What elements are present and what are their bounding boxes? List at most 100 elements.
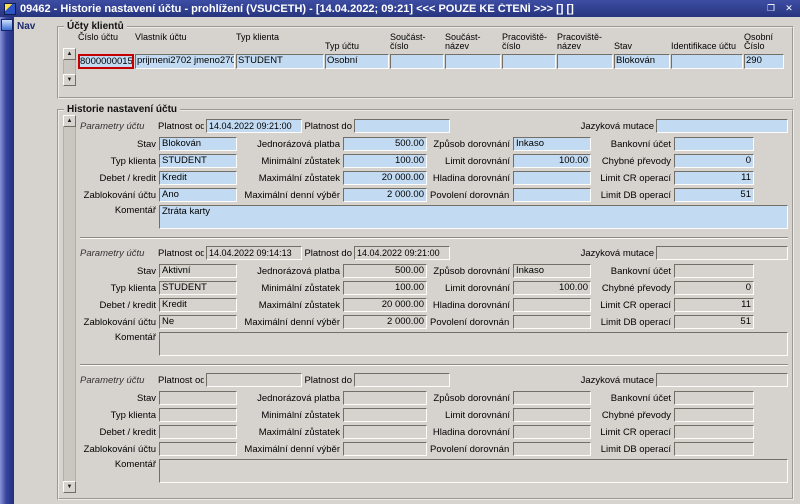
debet-kredit-field[interactable]	[159, 425, 237, 439]
zablokovani-uctu-field[interactable]: Ano	[159, 188, 237, 202]
platnost-do-field[interactable]: 14.04.2022 09:21:00	[354, 246, 450, 260]
typ-uctu-cell[interactable]: Osobní	[325, 54, 389, 69]
komentar-field[interactable]	[159, 459, 788, 483]
limit-dorovnani-label: Limit dorovnání	[430, 156, 510, 167]
jednorazova-platba-field[interactable]: 500.00	[343, 137, 427, 151]
maximalni-zustatek-label: Maximální zůstatek	[240, 173, 340, 184]
history-groupbox: Historie nastavení účtu ▲ ▼ Parametry úč…	[57, 104, 794, 500]
col-header-soucast-cislo: Součást- číslo	[390, 32, 444, 52]
stav-field[interactable]: Aktivní	[159, 264, 237, 278]
limit-dorovnani-field[interactable]: 100.00	[513, 281, 591, 295]
minimalni-zustatek-field[interactable]	[343, 408, 427, 422]
limit-db-operaci-label: Limit DB operací	[594, 190, 671, 201]
jazykova-mutace-field[interactable]	[656, 373, 788, 387]
minimalni-zustatek-field[interactable]: 100.00	[343, 281, 427, 295]
zpusob-dorovnani-field[interactable]: Inkaso	[513, 264, 591, 278]
accounts-scrollbar[interactable]: ▲ ▼	[63, 48, 76, 86]
bankovni-ucet-field[interactable]	[674, 391, 754, 405]
main-area: Nav Účty klientů ▲ ▼ Číslo účtu Vlastník…	[0, 17, 800, 504]
stav-cell[interactable]: Blokován	[614, 54, 670, 69]
vlastnik-uctu-cell[interactable]: prijmeni2702 jmeno2702	[135, 54, 235, 69]
typ-klienta-label: Typ klienta	[80, 410, 156, 421]
jazykova-mutace-field[interactable]	[656, 119, 788, 133]
hladina-dorovnani-field[interactable]	[513, 298, 591, 312]
maximalni-denni-vyber-field[interactable]: 2 000.00	[343, 188, 427, 202]
bankovni-ucet-label: Bankovní účet	[594, 266, 671, 277]
stav-field[interactable]: Blokován	[159, 137, 237, 151]
bankovni-ucet-field[interactable]	[674, 264, 754, 278]
hladina-dorovnani-field[interactable]	[513, 171, 591, 185]
minimalni-zustatek-field[interactable]: 100.00	[343, 154, 427, 168]
maximalni-denni-vyber-field[interactable]: 2 000.00	[343, 315, 427, 329]
hladina-dorovnani-field[interactable]	[513, 425, 591, 439]
history-scroll-track[interactable]	[63, 127, 76, 481]
stav-field[interactable]	[159, 391, 237, 405]
col-header-pracoviste-nazev: Pracoviště- název	[557, 32, 613, 52]
osobni-cislo-cell[interactable]: 290	[744, 54, 784, 69]
maximalni-denni-vyber-field[interactable]	[343, 442, 427, 456]
debet-kredit-field[interactable]: Kredit	[159, 298, 237, 312]
soucast-cislo-cell[interactable]	[390, 54, 444, 69]
cislo-uctu-cell[interactable]: 8000000015	[78, 54, 134, 69]
chybne-prevody-field[interactable]	[674, 408, 754, 422]
typ-klienta-cell[interactable]: STUDENT	[236, 54, 324, 69]
minimalni-zustatek-label: Minimální zůstatek	[240, 156, 340, 167]
scroll-down-icon[interactable]: ▼	[63, 481, 76, 493]
maximalni-zustatek-field[interactable]: 20 000.00	[343, 298, 427, 312]
scroll-up-icon[interactable]: ▲	[63, 115, 76, 127]
scroll-down-icon[interactable]: ▼	[63, 74, 76, 86]
chybne-prevody-field[interactable]: 0	[674, 154, 754, 168]
limit-db-operaci-field[interactable]: 51	[674, 315, 754, 329]
platnost-od-field[interactable]	[206, 373, 302, 387]
close-icon[interactable]: ✕	[782, 2, 796, 15]
identifikace-uctu-cell[interactable]	[671, 54, 743, 69]
jednorazova-platba-field[interactable]	[343, 391, 427, 405]
limit-cr-operaci-field[interactable]	[674, 425, 754, 439]
platnost-do-field[interactable]	[354, 119, 450, 133]
zpusob-dorovnani-field[interactable]	[513, 391, 591, 405]
history-sections: Parametry účtu Platnost od 14.04.2022 09…	[80, 115, 788, 493]
povoleni-dorovnani-field[interactable]	[513, 442, 591, 456]
komentar-field[interactable]: Ztráta karty	[159, 205, 788, 229]
bankovni-ucet-label: Bankovní účet	[594, 393, 671, 404]
platnost-od-field[interactable]: 14.04.2022 09:14:13	[206, 246, 302, 260]
maximalni-denni-vyber-label: Maximální denní výběr	[240, 190, 340, 201]
accounts-scroll-track[interactable]	[63, 60, 76, 74]
history-scrollbar[interactable]: ▲ ▼	[63, 115, 76, 493]
param-section-title: Parametry účtu	[80, 121, 156, 132]
nav-toggle-icon[interactable]	[1, 19, 13, 31]
nav-sidebar	[0, 17, 14, 504]
maximalni-zustatek-field[interactable]: 20 000.00	[343, 171, 427, 185]
pracoviste-nazev-cell[interactable]	[557, 54, 613, 69]
typ-klienta-field[interactable]	[159, 408, 237, 422]
limit-db-operaci-field[interactable]	[674, 442, 754, 456]
povoleni-dorovnani-field[interactable]	[513, 188, 591, 202]
jednorazova-platba-field[interactable]: 500.00	[343, 264, 427, 278]
zablokovani-uctu-field[interactable]: Ne	[159, 315, 237, 329]
pracoviste-cislo-cell[interactable]	[502, 54, 556, 69]
zpusob-dorovnani-label: Způsob dorovnání	[430, 266, 510, 277]
zpusob-dorovnani-label: Způsob dorovnání	[430, 393, 510, 404]
komentar-field[interactable]	[159, 332, 788, 356]
debet-kredit-field[interactable]: Kredit	[159, 171, 237, 185]
zablokovani-uctu-field[interactable]	[159, 442, 237, 456]
limit-dorovnani-field[interactable]	[513, 408, 591, 422]
povoleni-dorovnani-field[interactable]	[513, 315, 591, 329]
maximalni-zustatek-field[interactable]	[343, 425, 427, 439]
limit-cr-operaci-field[interactable]: 11	[674, 171, 754, 185]
limit-db-operaci-field[interactable]: 51	[674, 188, 754, 202]
scroll-up-icon[interactable]: ▲	[63, 48, 76, 60]
typ-klienta-field[interactable]: STUDENT	[159, 281, 237, 295]
jazykova-mutace-field[interactable]	[656, 246, 788, 260]
chybne-prevody-field[interactable]: 0	[674, 281, 754, 295]
typ-klienta-field[interactable]: STUDENT	[159, 154, 237, 168]
zpusob-dorovnani-field[interactable]: Inkaso	[513, 137, 591, 151]
platnost-do-field[interactable]	[354, 373, 450, 387]
bankovni-ucet-field[interactable]	[674, 137, 754, 151]
limit-dorovnani-field[interactable]: 100.00	[513, 154, 591, 168]
soucast-nazev-cell[interactable]	[445, 54, 501, 69]
platnost-od-field[interactable]: 14.04.2022 09:21:00	[206, 119, 302, 133]
maximize-icon[interactable]: ❐	[764, 2, 778, 15]
limit-cr-operaci-field[interactable]: 11	[674, 298, 754, 312]
platnost-od-label: Platnost od	[158, 375, 204, 386]
